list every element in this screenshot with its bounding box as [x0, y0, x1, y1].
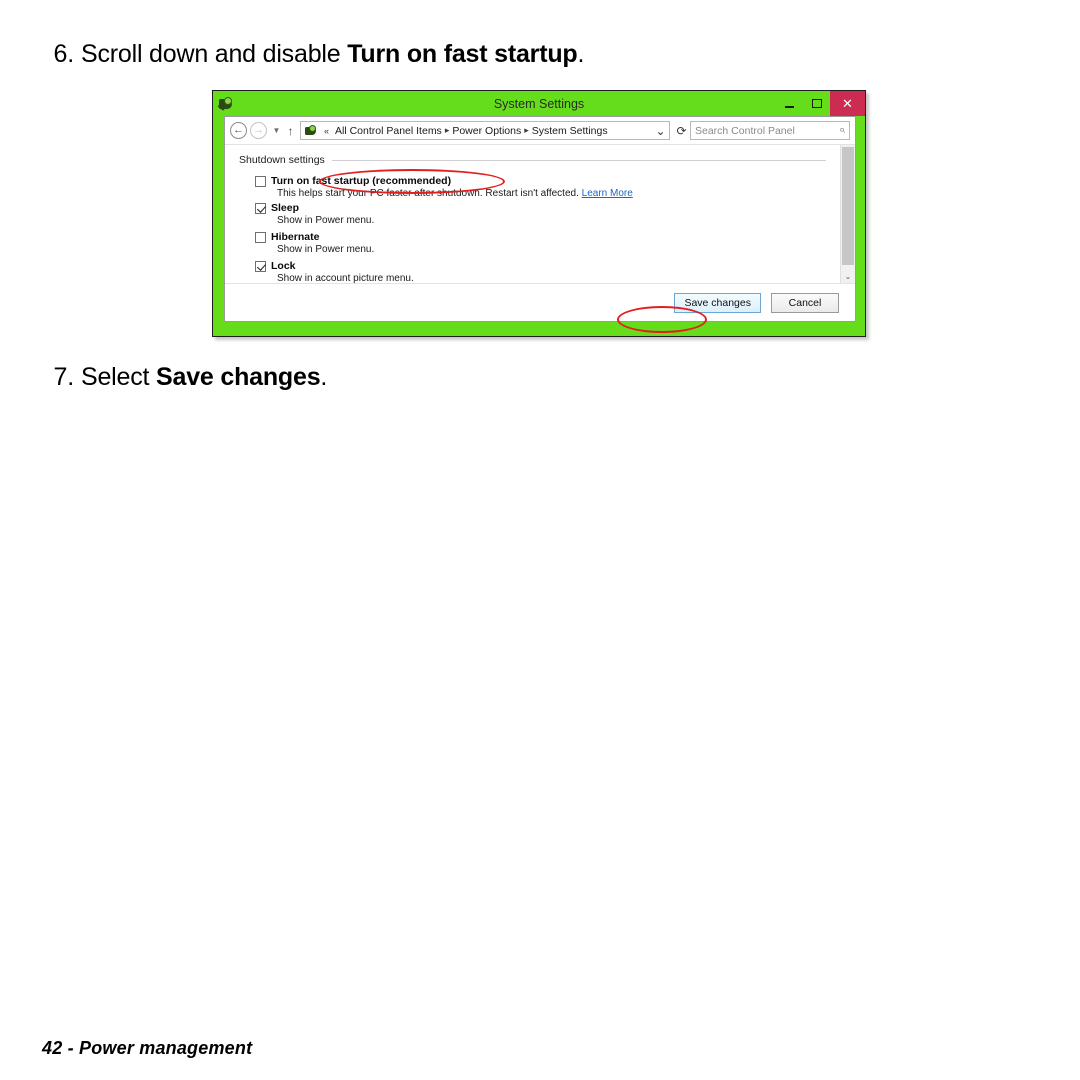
option-label-fast-startup: Turn on fast startup (recommended): [271, 175, 452, 187]
window-title: System Settings: [493, 96, 585, 111]
option-label-sleep: Sleep: [271, 202, 300, 214]
breadcrumb-separator-1[interactable]: ▸: [524, 125, 529, 136]
option-description-text: This helps start your PC faster after sh…: [277, 188, 579, 199]
group-divider: [331, 159, 826, 161]
close-icon: ✕: [842, 95, 853, 111]
step-6-prefix: Scroll down and disable: [81, 40, 348, 68]
window-body: ← → ▼ ↑ « All Control Panel Items ▸ Powe…: [224, 116, 856, 322]
scroll-down-button[interactable]: ⌄: [841, 269, 855, 283]
arrow-up-icon: ↑: [287, 123, 294, 138]
breadcrumb-item-1[interactable]: Power Options: [452, 125, 521, 137]
back-button[interactable]: ←: [230, 122, 247, 139]
minimize-button[interactable]: [776, 91, 803, 116]
option-row-lock[interactable]: Lock: [255, 260, 840, 272]
step-6: 6. Scroll down and disable Turn on fast s…: [36, 40, 585, 69]
close-button[interactable]: ✕: [830, 91, 865, 116]
breadcrumb-separator-0[interactable]: ▸: [445, 125, 450, 136]
control-panel-icon: [217, 95, 234, 112]
step-7-suffix: .: [320, 363, 328, 391]
maximize-icon: [811, 99, 822, 108]
checkbox-fast-startup[interactable]: [255, 175, 266, 187]
scrollbar-thumb[interactable]: [842, 147, 854, 265]
address-bar: ← → ▼ ↑ « All Control Panel Items ▸ Powe…: [225, 117, 855, 145]
back-icon: ←: [233, 124, 244, 136]
group-header-shutdown-settings: Shutdown settings: [239, 154, 840, 166]
search-icon: ⌕: [838, 124, 845, 136]
option-description-lock: Show in account picture menu.: [277, 273, 414, 284]
breadcrumb-item-2[interactable]: System Settings: [532, 125, 608, 137]
step-6-suffix: .: [577, 40, 585, 68]
forward-icon: →: [253, 124, 264, 136]
checkbox-sleep[interactable]: [255, 202, 266, 214]
page-footer: 42 - Power management: [42, 1038, 253, 1058]
step-7-text: Select Save changes.: [81, 363, 327, 391]
refresh-icon: ⟳: [676, 123, 687, 138]
option-row-fast-startup[interactable]: Turn on fast startup (recommended): [255, 175, 840, 187]
step-7-prefix: Select: [81, 363, 157, 391]
up-button[interactable]: ↑: [283, 124, 298, 138]
vertical-scrollbar[interactable]: ⌄: [840, 145, 855, 283]
option-row-sleep[interactable]: Sleep: [255, 202, 840, 214]
option-description-sleep: Show in Power menu.: [277, 215, 375, 226]
option-description-fast-startup: This helps start your PC faster after sh…: [277, 188, 840, 199]
maximize-button[interactable]: [803, 91, 830, 116]
option-label-hibernate: Hibernate: [271, 231, 320, 243]
search-input[interactable]: Search Control Panel: [695, 125, 795, 137]
scrollbar-track[interactable]: [841, 145, 855, 269]
forward-button[interactable]: →: [250, 122, 267, 139]
checkbox-hibernate[interactable]: [255, 231, 266, 243]
save-changes-button[interactable]: Save changes: [674, 292, 761, 313]
history-dropdown-button[interactable]: ▼: [270, 126, 283, 135]
dialog-button-bar: Save changes Cancel: [225, 283, 855, 321]
content-wrapper: Shutdown settings Turn on fast startup (…: [225, 145, 855, 284]
window-controls: ✕: [776, 91, 865, 116]
step-7: 7. Select Save changes.: [36, 363, 328, 392]
breadcrumb-overflow[interactable]: «: [321, 126, 332, 136]
step-7-number: 7.: [53, 363, 75, 391]
step-6-text: Scroll down and disable Turn on fast sta…: [81, 40, 584, 68]
window-titlebar: System Settings ✕: [213, 91, 865, 116]
shutdown-settings-pane: Shutdown settings Turn on fast startup (…: [225, 145, 840, 284]
learn-more-link[interactable]: Learn More: [582, 188, 633, 199]
system-settings-window: System Settings ✕ ← → ▼ ↑ « All Control …: [212, 90, 866, 337]
chevron-down-icon: ⌄: [844, 271, 852, 281]
breadcrumb-bar[interactable]: « All Control Panel Items ▸ Power Option…: [300, 121, 670, 140]
breadcrumb-item-0[interactable]: All Control Panel Items: [335, 125, 442, 137]
group-title: Shutdown settings: [239, 154, 325, 166]
chevron-down-icon: ▼: [272, 126, 281, 135]
step-7-bold: Save changes: [156, 363, 321, 391]
minimize-icon: [785, 106, 794, 108]
step-6-bold: Turn on fast startup: [347, 40, 578, 68]
refresh-button[interactable]: ⟳: [673, 124, 690, 138]
path-control-panel-icon: [304, 124, 318, 138]
option-label-lock: Lock: [271, 260, 296, 272]
path-dropdown-icon[interactable]: ⌄: [652, 124, 669, 138]
step-6-number: 6.: [53, 40, 75, 68]
checkbox-lock[interactable]: [255, 260, 266, 272]
search-box[interactable]: Search Control Panel ⌕: [690, 121, 850, 140]
option-description-hibernate: Show in Power menu.: [277, 244, 375, 255]
cancel-button[interactable]: Cancel: [771, 292, 839, 313]
breadcrumb: « All Control Panel Items ▸ Power Option…: [321, 125, 652, 137]
option-row-hibernate[interactable]: Hibernate: [255, 231, 840, 243]
